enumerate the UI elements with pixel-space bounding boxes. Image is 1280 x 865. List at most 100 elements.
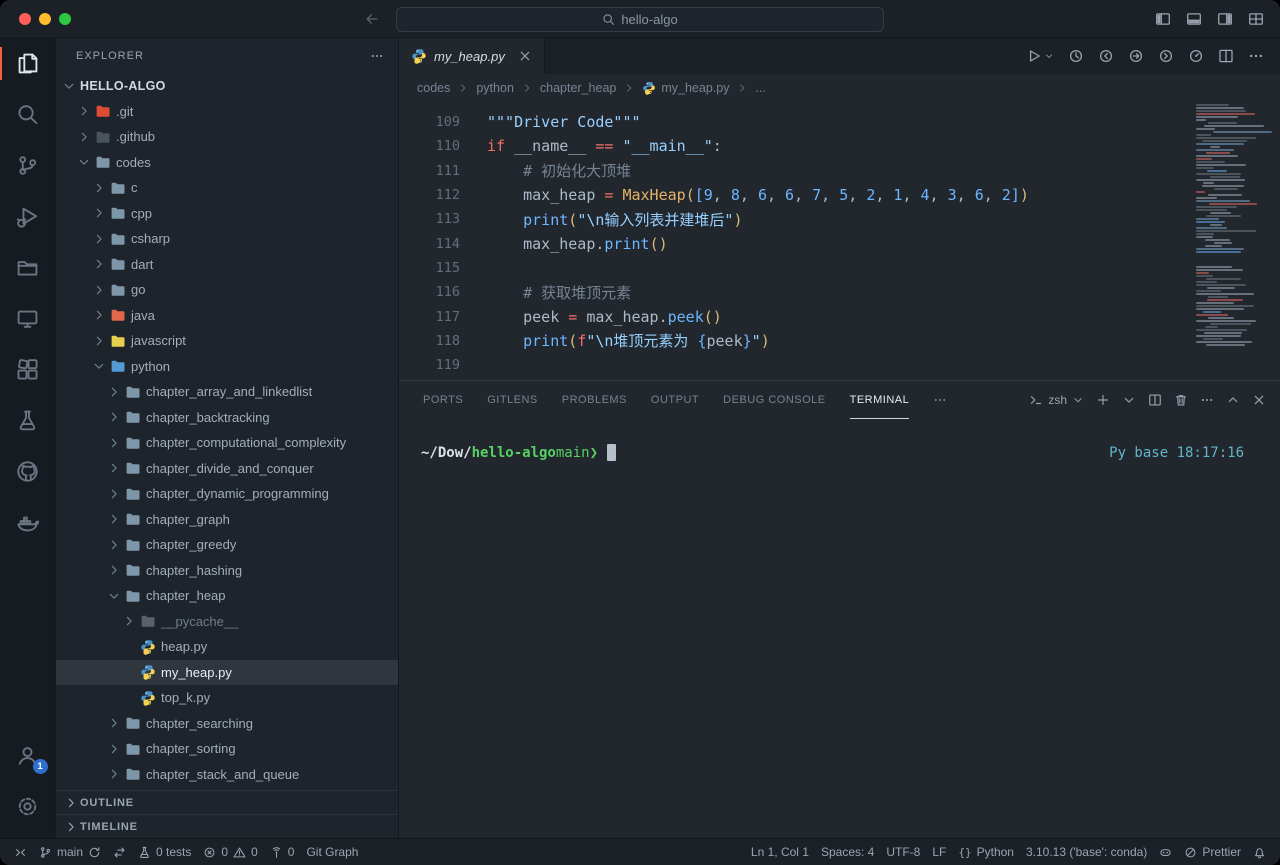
- activitybar-accounts[interactable]: 1: [0, 730, 56, 781]
- tree-item-dart[interactable]: dart: [56, 252, 398, 278]
- code-line-119[interactable]: 119: [399, 353, 1280, 377]
- activitybar-extensions[interactable]: [0, 344, 56, 395]
- close-panel-button[interactable]: [1252, 393, 1266, 407]
- open-changes-button[interactable]: [1128, 48, 1144, 64]
- code-line-114[interactable]: 114 max_heap.print(): [399, 231, 1280, 255]
- terminal[interactable]: ~/Dow/hello-algo main ❯ Py base 18:17:16: [399, 419, 1280, 838]
- activitybar-settings[interactable]: [0, 781, 56, 832]
- run-profile-button[interactable]: [1188, 48, 1204, 64]
- command-center[interactable]: hello-algo: [396, 7, 884, 32]
- activitybar-github[interactable]: [0, 446, 56, 497]
- tree-item-chapter-greedy[interactable]: chapter_greedy: [56, 532, 398, 558]
- launch-profile-button[interactable]: [1122, 393, 1136, 407]
- open-changes-next-button[interactable]: [1158, 48, 1174, 64]
- tree-item-chapter-sorting[interactable]: chapter_sorting: [56, 736, 398, 762]
- panel-tab-terminal[interactable]: TERMINAL: [850, 381, 910, 419]
- run-button[interactable]: [1026, 48, 1054, 64]
- tab-my-heap-py[interactable]: my_heap.py: [399, 38, 545, 74]
- breadcrumb-codes[interactable]: codes: [417, 81, 450, 95]
- statusbar-notifications[interactable]: [1247, 839, 1272, 865]
- activitybar-docker[interactable]: [0, 497, 56, 548]
- tree-item-chapter-graph[interactable]: chapter_graph: [56, 507, 398, 533]
- file-history-button[interactable]: [1068, 48, 1084, 64]
- tree-item-chapter-stack-and-queue[interactable]: chapter_stack_and_queue: [56, 762, 398, 788]
- layout-customize-button[interactable]: [1248, 11, 1264, 27]
- tree-item-github[interactable]: .github: [56, 124, 398, 150]
- statusbar-copilot[interactable]: [1153, 839, 1178, 865]
- tree-item-java[interactable]: java: [56, 303, 398, 329]
- activitybar-remote-explorer[interactable]: [0, 293, 56, 344]
- tree-item-chapter-array-and-linkedlist[interactable]: chapter_array_and_linkedlist: [56, 379, 398, 405]
- more-actions-button[interactable]: [1200, 393, 1214, 407]
- tree-item-codes[interactable]: codes: [56, 150, 398, 176]
- activitybar-search[interactable]: [0, 89, 56, 140]
- statusbar-encoding[interactable]: UTF-8: [880, 839, 926, 865]
- statusbar-indentation[interactable]: Spaces: 4: [815, 839, 880, 865]
- panel-tab-output[interactable]: OUTPUT: [651, 381, 699, 419]
- tree-item-javascript[interactable]: javascript: [56, 328, 398, 354]
- section-timeline[interactable]: TIMELINE: [56, 814, 398, 838]
- activitybar-folder-library[interactable]: [0, 242, 56, 293]
- statusbar-tests[interactable]: 0 tests: [132, 839, 197, 865]
- code-line-112[interactable]: 112 max_heap = MaxHeap([9, 8, 6, 6, 7, 5…: [399, 183, 1280, 207]
- tree-item-go[interactable]: go: [56, 277, 398, 303]
- tree-item-csharp[interactable]: csharp: [56, 226, 398, 252]
- explorer-more-actions-button[interactable]: [370, 49, 384, 63]
- code-line-115[interactable]: 115: [399, 256, 1280, 280]
- tree-item-chapter-searching[interactable]: chapter_searching: [56, 711, 398, 737]
- layout-sidebar-left-button[interactable]: [1155, 11, 1171, 27]
- code-line-116[interactable]: 116 # 获取堆顶元素: [399, 280, 1280, 304]
- panel-tab-gitlens[interactable]: GITLENS: [487, 381, 538, 419]
- code-line-113[interactable]: 113 print("\n输入列表并建堆后"): [399, 207, 1280, 231]
- statusbar-formatter[interactable]: Prettier: [1178, 839, 1247, 865]
- window-close-button[interactable]: [19, 13, 31, 25]
- statusbar-git-branch[interactable]: main: [33, 839, 107, 865]
- statusbar-ports-forwarded[interactable]: 0: [264, 839, 301, 865]
- maximize-panel-button[interactable]: [1226, 393, 1240, 407]
- tree-item-c[interactable]: c: [56, 175, 398, 201]
- section-outline[interactable]: OUTLINE: [56, 790, 398, 814]
- statusbar-remote[interactable]: [8, 839, 33, 865]
- tree-item-chapter-dynamic-programming[interactable]: chapter_dynamic_programming: [56, 481, 398, 507]
- activitybar-explorer[interactable]: [0, 38, 56, 89]
- tree-item-chapter-divide-and-conquer[interactable]: chapter_divide_and_conquer: [56, 456, 398, 482]
- kill-terminal-button[interactable]: [1174, 393, 1188, 407]
- breadcrumb-item[interactable]: ...: [755, 81, 765, 95]
- panel-tab-debug-console[interactable]: DEBUG CONSOLE: [723, 381, 825, 419]
- statusbar-cursor-position[interactable]: Ln 1, Col 1: [745, 839, 815, 865]
- tree-item-python[interactable]: python: [56, 354, 398, 380]
- more-actions-button[interactable]: [1248, 48, 1264, 64]
- layout-sidebar-right-button[interactable]: [1217, 11, 1233, 27]
- code-editor[interactable]: 109"""Driver Code"""110if __name__ == "_…: [399, 102, 1280, 380]
- panel-more-tabs-button[interactable]: [933, 393, 947, 407]
- tree-item-top-k-py[interactable]: top_k.py: [56, 685, 398, 711]
- panel-tab-ports[interactable]: PORTS: [423, 381, 463, 419]
- window-minimize-button[interactable]: [39, 13, 51, 25]
- tree-item-chapter-backtracking[interactable]: chapter_backtracking: [56, 405, 398, 431]
- split-terminal-button[interactable]: [1148, 393, 1162, 407]
- tree-item-chapter-computational-complexity[interactable]: chapter_computational_complexity: [56, 430, 398, 456]
- window-zoom-button[interactable]: [59, 13, 71, 25]
- code-line-110[interactable]: 110if __name__ == "__main__":: [399, 134, 1280, 158]
- statusbar-eol[interactable]: LF: [926, 839, 952, 865]
- terminal-shell-picker[interactable]: zsh: [1029, 393, 1084, 407]
- split-editor-button[interactable]: [1218, 48, 1234, 64]
- breadcrumb-my-heap-py[interactable]: my_heap.py: [642, 81, 729, 95]
- statusbar-python-interpreter[interactable]: 3.10.13 ('base': conda): [1020, 839, 1153, 865]
- code-line-118[interactable]: 118 print(f"\n堆顶元素为 {peek}"): [399, 329, 1280, 353]
- tree-item-heap-py[interactable]: heap.py: [56, 634, 398, 660]
- tree-item-my-heap-py[interactable]: my_heap.py: [56, 660, 398, 686]
- activitybar-run-debug[interactable]: [0, 191, 56, 242]
- statusbar-problems[interactable]: 00: [197, 839, 263, 865]
- activitybar-testing[interactable]: [0, 395, 56, 446]
- tree-item-pycache[interactable]: __pycache__: [56, 609, 398, 635]
- panel-tab-problems[interactable]: PROBLEMS: [562, 381, 627, 419]
- statusbar-git-compare[interactable]: [107, 839, 132, 865]
- layout-panel-button[interactable]: [1186, 11, 1202, 27]
- code-line-109[interactable]: 109"""Driver Code""": [399, 110, 1280, 134]
- code-line-117[interactable]: 117 peek = max_heap.peek(): [399, 304, 1280, 328]
- back-button[interactable]: [364, 11, 380, 27]
- breadcrumb-python[interactable]: python: [476, 81, 514, 95]
- tab-close-button[interactable]: [518, 49, 532, 63]
- tree-item-chapter-hashing[interactable]: chapter_hashing: [56, 558, 398, 584]
